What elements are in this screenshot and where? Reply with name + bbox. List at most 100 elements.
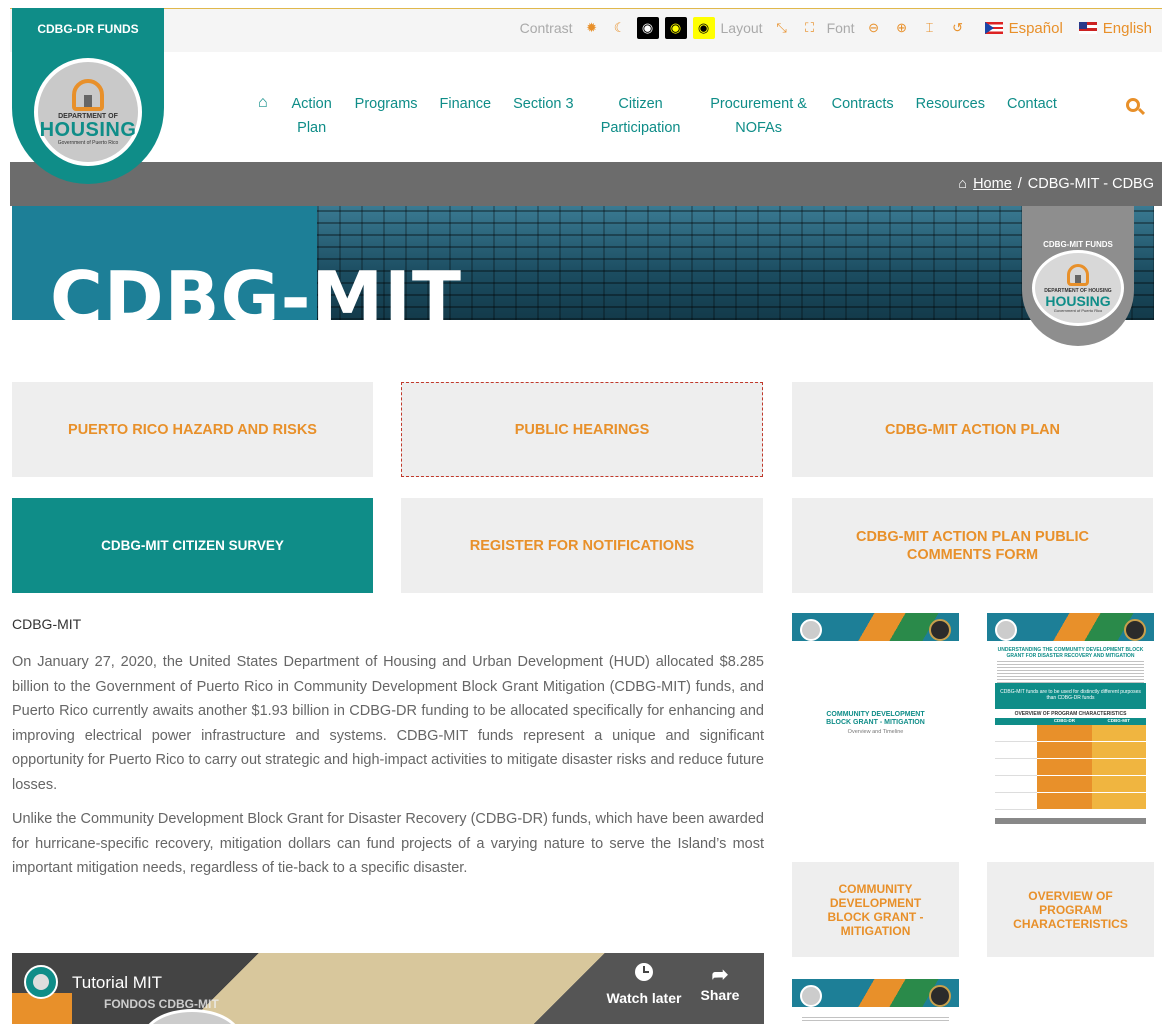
font-decrease-icon[interactable]: ⊖ bbox=[863, 17, 885, 39]
language-english-link[interactable]: English bbox=[1078, 19, 1152, 37]
doc2-body-text bbox=[997, 661, 1144, 683]
nav-item-finance[interactable]: Finance bbox=[429, 92, 503, 116]
nav-item-contact[interactable]: Contact bbox=[996, 92, 1068, 116]
tile-register-notifications[interactable]: REGISTER FOR NOTIFICATIONS bbox=[401, 498, 763, 593]
logo-emblem: DEPARTMENT OF HOUSING Government of Puer… bbox=[34, 58, 142, 166]
doc2-col-mit: CDBG-MIT bbox=[1107, 718, 1131, 723]
font-increase-icon[interactable]: ⊕ bbox=[891, 17, 913, 39]
contrast-dark-mode-icon[interactable]: ☾ bbox=[609, 17, 631, 39]
badge-emblem: DEPARTMENT OF HOUSING HOUSING Government… bbox=[1032, 250, 1124, 326]
nav-item-procurement-nofas[interactable]: Procurement & NOFAs bbox=[697, 92, 821, 140]
font-readable-icon[interactable]: ⌶ bbox=[919, 17, 941, 39]
badge-housing-text: HOUSING bbox=[1045, 292, 1111, 309]
share-button[interactable]: ➦ Share bbox=[680, 963, 760, 1003]
share-icon: ➦ bbox=[711, 964, 729, 986]
tile-citizen-survey[interactable]: CDBG-MIT CITIZEN SURVEY bbox=[12, 498, 373, 593]
page-title: CDBG-MIT bbox=[50, 256, 463, 320]
tile-action-plan[interactable]: CDBG-MIT ACTION PLAN bbox=[792, 382, 1153, 477]
article-paragraph-1: On January 27, 2020, the United States D… bbox=[12, 654, 764, 793]
contrast-high-icon[interactable]: ◉ bbox=[636, 17, 659, 39]
accessibility-controls: Contrast ✹ ☾ ◉ ◉ ◉ Layout ⤡ ⛶ Font ⊖ ⊕ ⌶… bbox=[520, 17, 1152, 39]
video-title[interactable]: Tutorial MIT bbox=[72, 973, 162, 993]
doc2-table-row bbox=[995, 742, 1146, 759]
doc2-logo-seal-icon bbox=[995, 619, 1017, 641]
tile-public-comments-form[interactable]: CDBG-MIT ACTION PLAN PUBLIC COMMENTS FOR… bbox=[792, 498, 1153, 593]
main-nav: ⌂ Action Plan Programs Finance Section 3… bbox=[258, 92, 1068, 140]
font-label: Font bbox=[826, 20, 855, 36]
language-spanish-link[interactable]: Español bbox=[984, 19, 1063, 37]
tile-doc-overview[interactable]: OVERVIEW OF PROGRAM CHARACTERISTICS bbox=[987, 862, 1154, 957]
share-label: Share bbox=[700, 987, 740, 1003]
breadcrumb: ⌂ Home / CDBG-MIT - CDBG bbox=[958, 176, 1154, 192]
nav-item-contracts[interactable]: Contracts bbox=[821, 92, 905, 116]
nav-item-section-3[interactable]: Section 3 bbox=[502, 92, 584, 116]
doc2-gov-seal-icon bbox=[1124, 619, 1146, 641]
article-paragraph-2: Unlike the Community Development Block G… bbox=[12, 811, 764, 876]
document-thumbnail-mitigation[interactable]: COMMUNITY DEVELOPMENT BLOCK GRANT - MITI… bbox=[792, 613, 959, 830]
layout-compress-icon[interactable]: ⤡ bbox=[771, 17, 793, 39]
banner-badge: CDBG-MIT FUNDS DEPARTMENT OF HOUSING HOU… bbox=[1022, 206, 1134, 346]
doc2-table-row bbox=[995, 725, 1146, 742]
us-flag-icon bbox=[1078, 22, 1097, 34]
contrast-yellow-on-black-icon[interactable]: ◉ bbox=[664, 17, 687, 39]
house-icon bbox=[72, 78, 104, 111]
tile-hazard-and-risks[interactable]: PUERTO RICO HAZARD AND RISKS bbox=[12, 382, 373, 477]
logo-gov-text: Government of Puerto Rico bbox=[57, 139, 119, 146]
watch-later-label: Watch later bbox=[606, 990, 682, 1006]
doc-title: COMMUNITY DEVELOPMENT BLOCK GRANT - MITI… bbox=[826, 711, 925, 726]
reset-icon[interactable]: ↺ bbox=[947, 17, 969, 39]
doc2-table-header: CDBG-DR CDBG-MIT bbox=[995, 718, 1146, 725]
breadcrumb-home-icon[interactable]: ⌂ bbox=[958, 176, 967, 192]
video-watermark-text: FONDOS CDBG-MIT bbox=[104, 997, 219, 1011]
breadcrumb-separator: / bbox=[1017, 176, 1022, 192]
nav-home-icon[interactable]: ⌂ bbox=[258, 92, 280, 114]
badge-arc-text: CDBG-MIT FUNDS bbox=[1043, 240, 1113, 249]
article-heading: CDBG-MIT bbox=[12, 616, 82, 632]
puerto-rico-flag-icon bbox=[984, 22, 1003, 34]
badge-gov-text: Government of Puerto Rico bbox=[1053, 307, 1103, 313]
doc2-col-dr: CDBG-DR bbox=[1053, 718, 1076, 723]
nav-item-resources[interactable]: Resources bbox=[905, 92, 996, 116]
doc2-table-row bbox=[995, 776, 1146, 793]
video-player[interactable]: FONDOS CDBG-MIT Tutorial MIT Watch later… bbox=[12, 953, 764, 1024]
nav-item-action-plan[interactable]: Action Plan bbox=[280, 92, 344, 140]
nav-item-citizen-participation[interactable]: Citizen Participation bbox=[585, 92, 697, 140]
layout-label: Layout bbox=[720, 20, 763, 36]
doc2-heading: UNDERSTANDING THE COMMUNITY DEVELOPMENT … bbox=[997, 647, 1144, 659]
layout-expand-icon[interactable]: ⛶ bbox=[799, 17, 821, 39]
doc-logo-seal-icon bbox=[800, 619, 822, 641]
badge-house-icon bbox=[1067, 263, 1089, 286]
logo-housing-text: HOUSING bbox=[39, 118, 137, 141]
video-watermark-emblem bbox=[142, 1009, 242, 1024]
doc-gov-seal-icon bbox=[929, 619, 951, 641]
document-thumbnail-3[interactable] bbox=[792, 979, 959, 1024]
doc2-footer bbox=[995, 818, 1146, 824]
doc3-body-text bbox=[802, 1017, 949, 1021]
watch-later-button[interactable]: Watch later bbox=[604, 963, 684, 1006]
doc-subtitle: Overview and Timeline bbox=[847, 729, 904, 735]
breadcrumb-bar: ⌂ Home / CDBG-MIT - CDBG bbox=[10, 162, 1162, 206]
contrast-black-on-yellow-icon[interactable]: ◉ bbox=[692, 17, 715, 39]
search-icon[interactable] bbox=[1126, 98, 1140, 112]
doc2-quote: CDBG-MIT funds are to be used for distin… bbox=[995, 683, 1146, 709]
contrast-label: Contrast bbox=[519, 20, 573, 36]
page-banner: CDBG-MIT bbox=[12, 206, 1154, 320]
tile-doc-mitigation[interactable]: COMMUNITY DEVELOPMENT BLOCK GRANT - MITI… bbox=[792, 862, 959, 957]
language-english-label: English bbox=[1102, 19, 1152, 37]
accessibility-toolbar: Contrast ✹ ☾ ◉ ◉ ◉ Layout ⤡ ⛶ Font ⊖ ⊕ ⌶… bbox=[10, 8, 1162, 52]
doc3-logo-seal-icon bbox=[800, 985, 822, 1007]
doc2-table-row bbox=[995, 793, 1146, 810]
doc2-table-title: OVERVIEW OF PROGRAM CHARACTERISTICS bbox=[1014, 711, 1127, 717]
nav-item-programs[interactable]: Programs bbox=[344, 92, 429, 116]
site-logo[interactable]: CDBG-DR FUNDS DEPARTMENT OF HOUSING Gove… bbox=[12, 8, 164, 184]
doc2-table-row bbox=[995, 759, 1146, 776]
breadcrumb-home-link[interactable]: Home bbox=[973, 176, 1012, 192]
video-channel-avatar[interactable] bbox=[24, 965, 58, 999]
article: CDBG-MIT On January 27, 2020, the United… bbox=[12, 616, 764, 891]
breadcrumb-current: CDBG-MIT - CDBG bbox=[1027, 176, 1154, 192]
document-thumbnail-overview[interactable]: UNDERSTANDING THE COMMUNITY DEVELOPMENT … bbox=[987, 613, 1154, 830]
tile-public-hearings[interactable]: PUBLIC HEARINGS bbox=[401, 382, 763, 477]
clock-icon bbox=[635, 963, 653, 981]
language-spanish-label: Español bbox=[1008, 19, 1063, 37]
contrast-default-icon[interactable]: ✹ bbox=[581, 17, 603, 39]
